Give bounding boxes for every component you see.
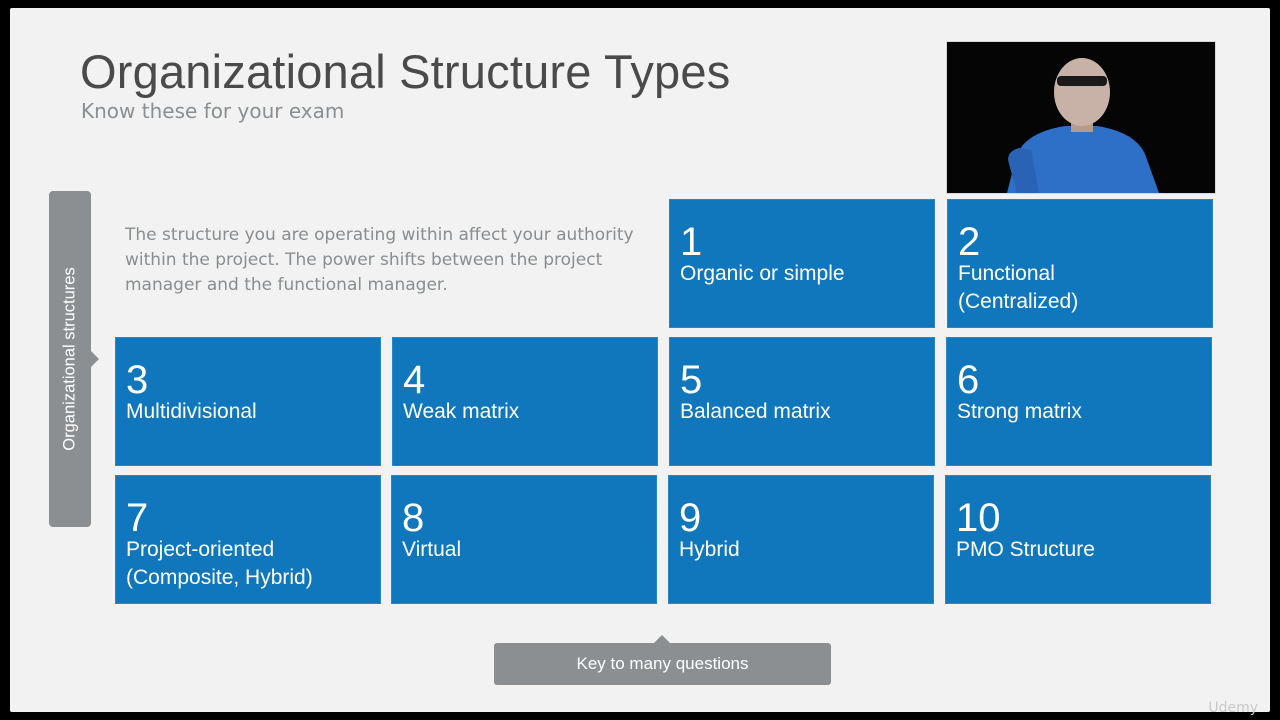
structure-tile-1: 1 Organic or simple: [669, 199, 935, 328]
structure-tile-2: 2 Functional (Centralized): [947, 199, 1213, 328]
tile-label: PMO Structure: [956, 538, 1095, 561]
tile-number: 2: [958, 220, 981, 264]
side-label-text: Organizational structures: [60, 267, 79, 451]
tile-number: 1: [680, 220, 703, 264]
slide-subtitle: Know these for your exam: [81, 99, 345, 123]
tile-number: 6: [957, 358, 980, 402]
tile-number: 7: [126, 496, 149, 540]
udemy-watermark: Udemy: [1208, 700, 1258, 716]
structure-tile-9: 9 Hybrid: [668, 475, 934, 604]
structure-tile-8: 8 Virtual: [391, 475, 657, 604]
tile-number: 3: [126, 358, 149, 402]
slide-title: Organizational Structure Types: [80, 45, 731, 98]
structure-tile-10: 10 PMO Structure: [945, 475, 1211, 604]
presenter-video: [946, 41, 1216, 194]
key-questions-callout: Key to many questions: [494, 635, 831, 685]
structure-tile-5: 5 Balanced matrix: [669, 337, 935, 466]
callout-pointer: [654, 635, 670, 643]
tile-label: Organic or simple: [680, 262, 845, 285]
presenter-figure: [947, 42, 1215, 193]
tile-number: 4: [403, 358, 426, 402]
tile-label: Functional (Centralized): [958, 262, 1079, 313]
structure-tile-7: 7 Project-oriented (Composite, Hybrid): [115, 475, 381, 604]
tile-label: Weak matrix: [403, 400, 520, 423]
tile-label: Strong matrix: [957, 400, 1082, 423]
organizational-structures-label: Organizational structures: [49, 191, 99, 527]
tile-label: Virtual: [402, 538, 462, 561]
structure-tile-3: 3 Multidivisional: [115, 337, 381, 466]
tile-label: Multidivisional: [126, 400, 257, 423]
structure-tile-6: 6 Strong matrix: [946, 337, 1212, 466]
structure-tile-4: 4 Weak matrix: [392, 337, 658, 466]
tile-number: 10: [956, 496, 1001, 540]
tile-label: Hybrid: [679, 538, 740, 561]
tile-number: 9: [679, 496, 702, 540]
tile-label: Balanced matrix: [680, 400, 831, 423]
tile-label: Project-oriented (Composite, Hybrid): [126, 538, 313, 589]
intro-text: The structure you are operating within a…: [125, 225, 634, 295]
callout-text: Key to many questions: [576, 654, 749, 673]
tile-number: 8: [402, 496, 425, 540]
label-pointer: [91, 351, 99, 367]
tile-number: 5: [680, 358, 703, 402]
